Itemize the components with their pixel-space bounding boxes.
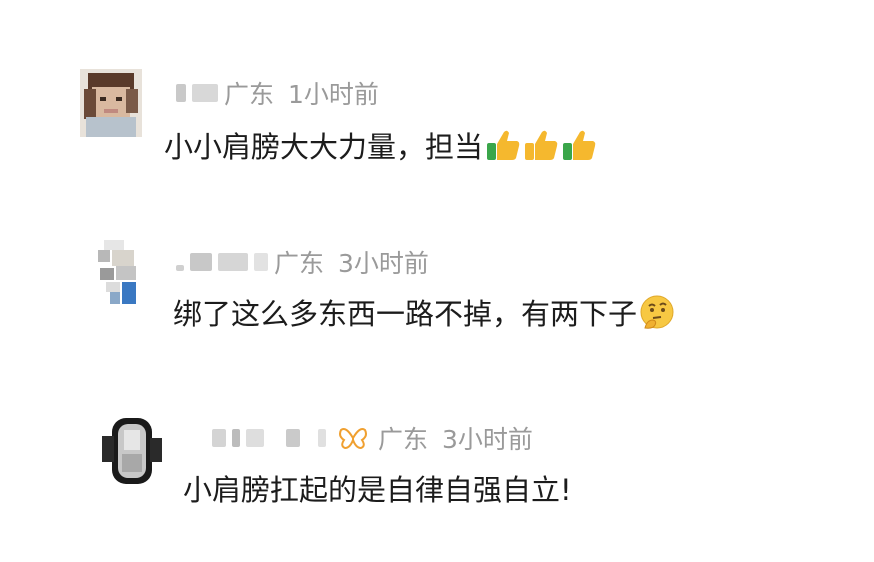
username-redacted[interactable] xyxy=(192,84,218,102)
comment-meta: 广东 1小时前 xyxy=(176,76,379,110)
comment-text: 小小肩膀大大力量，担当 xyxy=(164,125,597,165)
username-redacted[interactable] xyxy=(246,429,264,447)
username-redacted[interactable] xyxy=(176,265,184,271)
butterfly-badge-icon xyxy=(338,426,368,450)
thumbs-up-icon xyxy=(485,128,521,162)
comment-time: 3小时前 xyxy=(442,425,533,454)
thumbs-up-icon xyxy=(523,128,559,162)
comment-body: 绑了这么多东西一路不掉，有两下子 xyxy=(173,297,638,331)
username-redacted[interactable] xyxy=(212,429,226,447)
comment-location: 广东 xyxy=(274,249,325,278)
comment-time: 3小时前 xyxy=(338,249,429,278)
avatar[interactable] xyxy=(80,69,142,137)
username-redacted[interactable] xyxy=(190,253,212,271)
thumbs-up-icon xyxy=(561,128,597,162)
username-redacted[interactable] xyxy=(232,429,240,447)
username-redacted[interactable] xyxy=(318,429,326,447)
comment-time: 1小时前 xyxy=(288,80,379,109)
username-redacted[interactable] xyxy=(254,253,268,271)
comment-body: 小肩膀扛起的是自律自强自立! xyxy=(183,473,572,507)
comment-location: 广东 xyxy=(224,80,275,109)
avatar[interactable] xyxy=(94,240,150,306)
comment-text: 绑了这么多东西一路不掉，有两下子 xyxy=(173,292,675,332)
comment-location: 广东 xyxy=(378,425,429,454)
username-redacted[interactable] xyxy=(176,84,186,102)
avatar[interactable] xyxy=(98,416,166,486)
username-redacted[interactable] xyxy=(286,429,300,447)
username-redacted[interactable] xyxy=(218,253,248,271)
comment-meta: 广东 3小时前 xyxy=(176,245,429,279)
comment-body: 小小肩膀大大力量，担当 xyxy=(164,130,484,164)
comment-text: 小肩膀扛起的是自律自强自立! xyxy=(183,468,572,508)
thinking-face-icon xyxy=(639,294,675,330)
comment-meta: 广东 3小时前 xyxy=(212,421,533,455)
